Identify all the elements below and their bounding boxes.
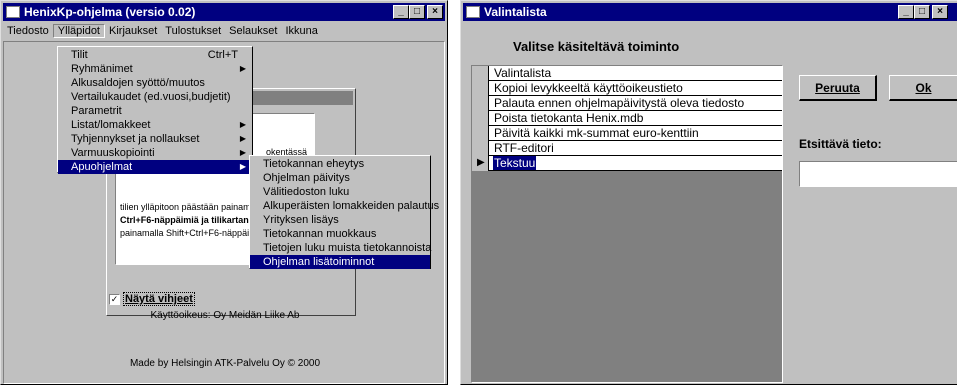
submenu-item-paivitys[interactable]: Ohjelman päivitys bbox=[250, 171, 430, 185]
main-window: HenixKp-ohjelma (versio 0.02) _ □ × Tied… bbox=[0, 0, 448, 385]
app-icon bbox=[466, 6, 480, 18]
hint-line-2: Ctrl+F6-näppäimiä ja tilikartan se bbox=[120, 215, 262, 225]
menu-tiedosto[interactable]: Tiedosto bbox=[3, 25, 53, 37]
hint-line-1: tilien ylläpitoon päästään painam bbox=[120, 202, 251, 212]
submenu-arrow-icon: ▶ bbox=[239, 162, 246, 171]
valintalista-window: Valintalista _ □ × Valitse käsiteltävä t… bbox=[460, 0, 957, 385]
maximize-button[interactable]: □ bbox=[914, 5, 930, 19]
menu-item-ryhmanimet[interactable]: Ryhmänimet ▶ bbox=[58, 62, 252, 76]
close-button[interactable]: × bbox=[427, 5, 443, 19]
credits-text: Made by Helsingin ATK-Palvelu Oy © 2000 bbox=[129, 358, 321, 369]
ok-button[interactable]: Ok bbox=[889, 75, 957, 101]
hint-line-3: painamalla Shift+Ctrl+F6-näppäi bbox=[120, 228, 250, 238]
valintalista-titlebar[interactable]: Valintalista _ □ × bbox=[463, 3, 957, 21]
submenu-arrow-icon: ▶ bbox=[239, 148, 246, 157]
menu-bar: Tiedosto Ylläpidot Kirjaukset Tulostukset Se… bbox=[3, 22, 445, 40]
list-header: Valintalista bbox=[494, 66, 552, 80]
menu-ikkuna[interactable]: Ikkuna bbox=[281, 25, 321, 37]
submenu-arrow-icon: ▶ bbox=[239, 64, 246, 73]
search-input[interactable] bbox=[799, 161, 957, 187]
menu-kirjaukset[interactable]: Kirjaukset bbox=[105, 25, 161, 37]
yllapidot-menu: Tilit Ctrl+T Ryhmänimet ▶ Alkusaldojen syö… bbox=[57, 46, 253, 174]
menu-item-tyhjennykset[interactable]: Tyhjennykset ja nollaukset ▶ bbox=[58, 132, 252, 146]
close-button[interactable]: × bbox=[932, 5, 948, 19]
list-item[interactable]: Poista tietokanta Henix.mdb bbox=[472, 111, 782, 126]
submenu-item-lomakkeet[interactable]: Alkuperäisten lomakkeiden palautus bbox=[250, 199, 439, 213]
hint-checkbox[interactable]: ✓ Näytä vihjeet bbox=[109, 292, 195, 306]
apuohjelmat-submenu: Tietokannan eheytys Ohjelman päivitys Vä… bbox=[249, 155, 439, 269]
submenu-item-lisatoiminnot[interactable]: Ohjelman lisätoiminnot bbox=[250, 255, 430, 269]
menu-item-vertailukaudet[interactable]: Vertailukaudet (ed.vuosi,budjetit) bbox=[58, 90, 252, 104]
minimize-button[interactable]: _ bbox=[393, 5, 409, 19]
row-pointer-icon: ▶ bbox=[477, 157, 485, 168]
list-item[interactable]: Palauta ennen ohjelmapäivitystä oleva ti… bbox=[472, 96, 782, 111]
list-item[interactable]: Päivitä kaikki mk-summat euro-kenttiin bbox=[472, 126, 782, 141]
list-header-row: Valintalista bbox=[472, 66, 782, 81]
menu-item-apuohjelmat[interactable]: Apuohjelmat ▶ bbox=[58, 160, 252, 174]
menu-item-tilit[interactable]: Tilit Ctrl+T bbox=[58, 48, 252, 62]
submenu-arrow-icon: ▶ bbox=[239, 120, 246, 129]
submenu-arrow-icon: ▶ bbox=[239, 134, 246, 143]
page-heading: Valitse käsiteltävä toiminto bbox=[513, 39, 680, 54]
window-gap bbox=[448, 0, 460, 385]
selection-list-grid[interactable]: Valintalista Kopioi levykkeeltä käyttöoi… bbox=[471, 65, 783, 383]
submenu-item-tietojen-luku[interactable]: Tietojen luku muista tietokannoista bbox=[250, 241, 431, 255]
menu-item-parametrit[interactable]: Parametrit bbox=[58, 104, 252, 118]
list-item[interactable]: RTF-editori bbox=[472, 141, 782, 156]
menu-item-alkusaldot[interactable]: Alkusaldojen syöttö/muutos bbox=[58, 76, 252, 90]
list-item[interactable]: Kopioi levykkeeltä käyttöoikeustieto bbox=[472, 81, 782, 96]
submenu-item-eheytys[interactable]: Tietokannan eheytys bbox=[250, 157, 430, 171]
license-text: Käyttöoikeus: Oy Meidän Liike Ab bbox=[150, 310, 300, 321]
cancel-button[interactable]: Peruuta bbox=[799, 75, 877, 101]
submenu-item-yrityksen-lisays[interactable]: Yrityksen lisäys bbox=[250, 213, 430, 227]
main-window-title: HenixKp-ohjelma (versio 0.02) bbox=[24, 5, 196, 19]
menu-selaukset[interactable]: Selaukset bbox=[225, 25, 281, 37]
main-window-titlebar[interactable]: HenixKp-ohjelma (versio 0.02) _ □ × bbox=[3, 3, 445, 21]
checkbox-check-icon[interactable]: ✓ bbox=[109, 293, 120, 305]
menu-tulostukset[interactable]: Tulostukset bbox=[161, 25, 225, 37]
app-icon bbox=[6, 6, 20, 18]
submenu-item-muokkaus[interactable]: Tietokannan muokkaus bbox=[250, 227, 430, 241]
hint-checkbox-label: Näytä vihjeet bbox=[123, 292, 195, 306]
submenu-item-valitiedosto[interactable]: Välitiedoston luku bbox=[250, 185, 430, 199]
maximize-button[interactable]: □ bbox=[409, 5, 425, 19]
list-item-selected[interactable]: ▶ Tekstuu bbox=[472, 156, 782, 171]
valintalista-title: Valintalista bbox=[484, 5, 547, 19]
minimize-button[interactable]: _ bbox=[898, 5, 914, 19]
menu-item-listat[interactable]: Listat/lomakkeet ▶ bbox=[58, 118, 252, 132]
search-label: Etsittävä tieto: bbox=[799, 137, 882, 151]
menu-yllapidot[interactable]: Ylläpidot bbox=[52, 24, 105, 38]
menu-item-varmuuskopiointi[interactable]: Varmuuskopiointi ▶ bbox=[58, 146, 252, 160]
